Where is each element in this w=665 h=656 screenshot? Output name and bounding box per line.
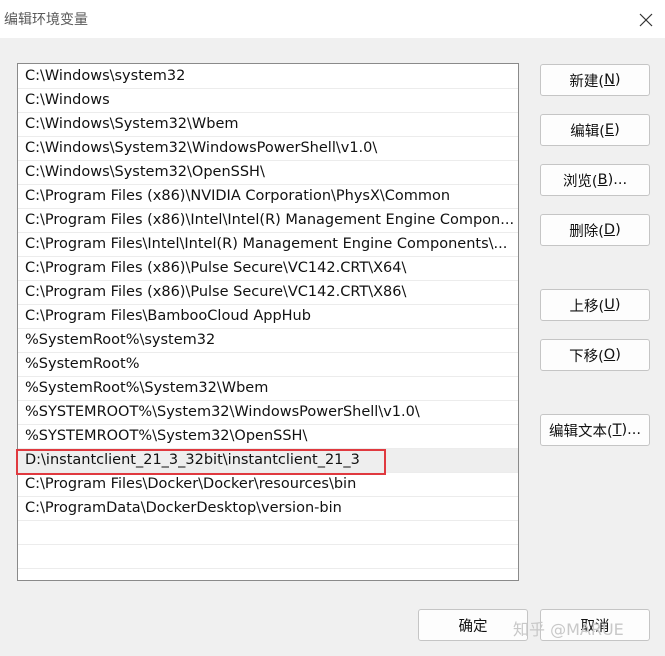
list-item-text: C:\Program Files (x86)\NVIDIA Corporatio… [25,188,451,204]
delete-button-label: 删除( [569,223,604,240]
list-item[interactable]: C:\Program Files (x86)\NVIDIA Corporatio… [18,185,518,209]
list-item-text: C:\Program Files\Intel\Intel(R) Manageme… [25,236,508,252]
delete-button[interactable]: 删除(D) [540,214,650,246]
list-item-text: %SystemRoot% [25,356,140,372]
close-button[interactable] [634,8,658,32]
list-item-text: C:\Program Files (x86)\Pulse Secure\VC14… [25,260,407,276]
new-button-key: N [604,72,615,88]
new-button-end: ) [614,72,621,88]
browse-button-key: B [597,172,608,188]
list-item[interactable]: %SYSTEMROOT%\System32\WindowsPowerShell\… [18,401,518,425]
list-item-text: C:\Windows\System32\Wbem [25,116,239,132]
list-item-text: %SYSTEMROOT%\System32\WindowsPowerShell\… [25,404,420,420]
move-down-button-end: ) [615,347,621,363]
browse-button-label: 浏览( [562,173,598,190]
new-button-label: 新建( [569,73,605,90]
list-item-text: C:\Program Files\BambooCloud AppHub [25,308,311,324]
list-item-text: C:\ProgramData\DockerDesktop\version-bin [25,500,342,516]
list-item[interactable]: %SystemRoot%\System32\Wbem [18,377,518,401]
delete-button-end: ) [615,222,621,238]
list-item[interactable] [18,521,518,545]
list-item-text: %SystemRoot%\System32\Wbem [25,380,269,396]
list-item[interactable]: C:\Program Files (x86)\Pulse Secure\VC14… [18,281,518,305]
list-item[interactable]: C:\ProgramData\DockerDesktop\version-bin [18,497,518,521]
list-item[interactable]: C:\Program Files (x86)\Pulse Secure\VC14… [18,257,518,281]
list-item[interactable]: C:\Windows\System32\OpenSSH\ [18,161,518,185]
list-item[interactable]: C:\Windows\system32 [18,65,518,89]
edit-text-button-key: T [612,422,622,438]
list-item[interactable]: C:\Program Files\Intel\Intel(R) Manageme… [18,233,518,257]
list-item[interactable]: C:\Windows [18,89,518,113]
list-item[interactable]: C:\Program Files (x86)\Intel\Intel(R) Ma… [18,209,518,233]
move-up-button-label: 上移( [569,298,605,315]
list-item-text: C:\Program Files (x86)\Intel\Intel(R) Ma… [25,212,515,228]
move-up-button-end: ) [614,297,621,313]
move-up-button-key: U [604,297,615,313]
edit-button-end: ) [614,122,620,138]
list-item-text: %SystemRoot%\system32 [25,332,216,348]
edit-text-button[interactable]: 编辑文本(T)... [540,414,650,446]
edit-button[interactable]: 编辑(E) [540,114,650,146]
list-item[interactable]: C:\Program Files\BambooCloud AppHub [18,305,518,329]
title-bar: 编辑环境变量 [0,0,665,38]
list-item[interactable]: %SystemRoot% [18,353,518,377]
list-item-text: C:\Windows\System32\OpenSSH\ [25,164,265,180]
new-button[interactable]: 新建(N) [540,64,650,96]
move-up-button[interactable]: 上移(U) [540,289,650,321]
edit-button-label: 编辑( [570,123,605,140]
move-down-button[interactable]: 下移(O) [540,339,650,371]
list-item-text: C:\Windows\System32\WindowsPowerShell\v1… [25,140,378,156]
browse-button-end: )... [607,172,628,188]
move-down-button-label: 下移( [569,348,604,365]
window-title: 编辑环境变量 [4,12,88,28]
edit-text-button-end: )... [621,422,641,438]
watermark: 知乎 @MARUE [513,620,624,639]
edit-button-key: E [604,122,615,138]
close-icon [639,13,653,27]
list-item[interactable]: C:\Windows\System32\WindowsPowerShell\v1… [18,137,518,161]
ok-button[interactable]: 确定 [418,609,528,641]
browse-button[interactable]: 浏览(B)... [540,164,650,196]
list-item[interactable]: C:\Program Files\Docker\Docker\resources… [18,473,518,497]
list-item-text: C:\Program Files (x86)\Pulse Secure\VC14… [25,284,407,300]
list-item[interactable]: %SystemRoot%\system32 [18,329,518,353]
list-item[interactable] [18,545,518,569]
delete-button-key: D [603,222,616,238]
edit-text-button-label: 编辑文本( [548,423,613,440]
list-item-text: C:\Windows\system32 [25,68,186,84]
path-list[interactable]: C:\Windows\system32 C:\Windows C:\Windows\… [17,63,519,581]
highlight-annotation [16,449,386,475]
list-item[interactable]: %SYSTEMROOT%\System32\OpenSSH\ [18,425,518,449]
list-item-text: C:\Windows [25,92,110,108]
list-item-text: %SYSTEMROOT%\System32\OpenSSH\ [25,428,308,444]
list-item-text: C:\Program Files\Docker\Docker\resources… [25,476,357,492]
move-down-button-key: O [603,347,616,363]
list-item[interactable]: C:\Windows\System32\Wbem [18,113,518,137]
